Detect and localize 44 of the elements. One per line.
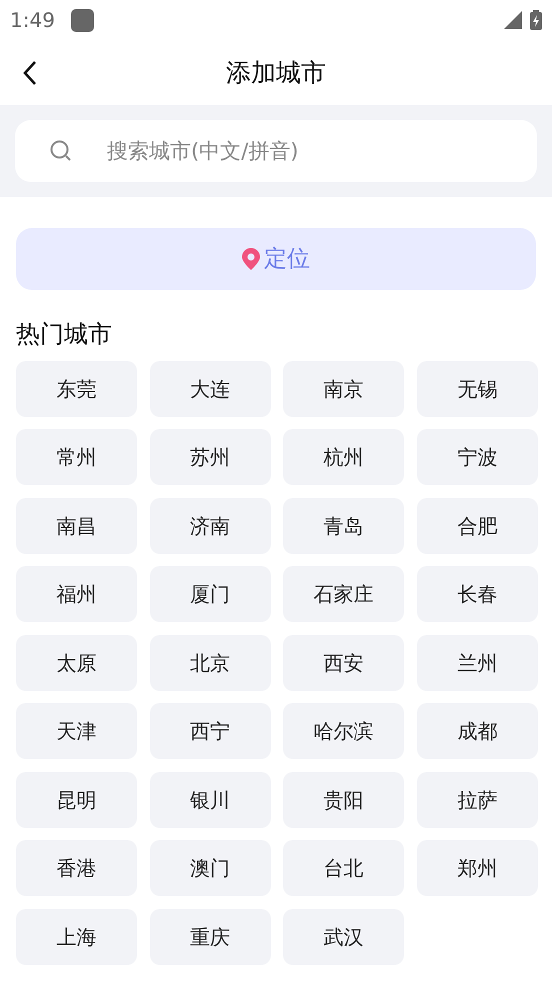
city-button[interactable]: 上海 [16, 908, 137, 965]
city-button[interactable]: 兰州 [416, 634, 538, 691]
city-button[interactable]: 拉萨 [416, 772, 538, 828]
battery-icon [530, 10, 542, 30]
search-field[interactable]: 搜索城市(中文/拼音) [15, 120, 537, 182]
city-button[interactable]: 南昌 [16, 498, 137, 554]
city-button[interactable]: 武汉 [283, 908, 404, 965]
city-button[interactable]: 合肥 [416, 498, 538, 554]
city-button[interactable]: 银川 [150, 772, 271, 828]
city-button[interactable]: 重庆 [150, 908, 271, 965]
status-time: 1:49 [10, 7, 55, 34]
app-notification-icon [70, 8, 94, 32]
city-button[interactable]: 苏州 [150, 429, 271, 486]
city-button[interactable]: 厦门 [150, 566, 271, 622]
city-button[interactable]: 香港 [16, 840, 137, 896]
search-icon [49, 139, 73, 163]
signal-icon [504, 11, 522, 29]
city-button[interactable]: 宁波 [416, 429, 538, 486]
city-button[interactable]: 南京 [283, 360, 404, 417]
city-button[interactable]: 西安 [283, 634, 404, 691]
page-title: 添加城市 [226, 58, 326, 88]
city-button[interactable]: 东莞 [16, 360, 137, 417]
location-pin-icon [242, 248, 260, 270]
city-button[interactable]: 常州 [16, 429, 137, 486]
city-button[interactable]: 郑州 [416, 840, 538, 896]
city-button[interactable]: 青岛 [283, 498, 404, 554]
city-button[interactable]: 杭州 [283, 429, 404, 486]
city-button[interactable]: 天津 [16, 703, 137, 760]
city-button[interactable]: 大连 [150, 360, 271, 417]
section-title: 热门城市 [16, 320, 113, 349]
city-button[interactable]: 济南 [150, 498, 271, 554]
city-button[interactable]: 台北 [283, 840, 404, 896]
city-button[interactable]: 昆明 [16, 772, 137, 828]
city-button[interactable]: 太原 [16, 634, 137, 691]
city-button[interactable]: 长春 [416, 566, 538, 622]
city-button[interactable]: 澳门 [150, 840, 271, 896]
city-button[interactable]: 无锡 [416, 360, 538, 417]
city-button[interactable]: 福州 [16, 566, 137, 622]
city-button[interactable]: 哈尔滨 [283, 703, 404, 760]
city-button[interactable]: 石家庄 [283, 566, 404, 622]
city-button[interactable]: 贵阳 [283, 772, 404, 828]
city-button[interactable]: 西宁 [150, 703, 271, 760]
city-button[interactable]: 成都 [416, 703, 538, 760]
city-button[interactable]: 北京 [150, 634, 271, 691]
